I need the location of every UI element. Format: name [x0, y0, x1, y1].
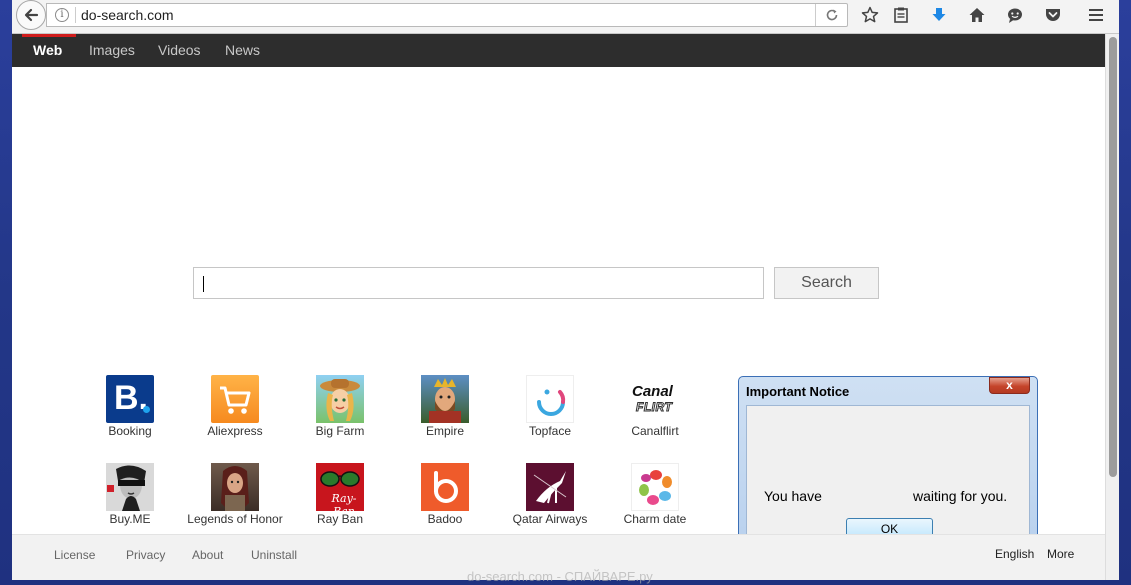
tile-qatar-airways[interactable]: Qatar Airways [500, 463, 600, 526]
booking-logo-text: B. [114, 379, 148, 417]
watermark-text: do-search.com - СПАЙВАРЕ.ру [467, 569, 653, 584]
charm-date-icon [631, 463, 679, 511]
tile-charm-date[interactable]: Charm date [605, 463, 705, 526]
tile-label: Booking [108, 424, 152, 438]
booking-icon: B. [106, 375, 154, 423]
tile-label: Badoo [427, 512, 463, 526]
canalflirt-icon: Canal FLIRT [631, 375, 679, 423]
tile-topface[interactable]: Topface [500, 375, 600, 438]
language-selector[interactable]: English [995, 547, 1034, 561]
footer-link-about[interactable]: About [192, 548, 223, 562]
home-icon[interactable] [966, 5, 988, 25]
active-tab-indicator [22, 34, 76, 37]
shopping-cart-icon [220, 386, 251, 414]
page-scrollbar[interactable] [1105, 34, 1119, 580]
badoo-icon [421, 463, 469, 511]
topface-icon [526, 375, 574, 423]
topface-logo-icon [537, 389, 566, 416]
big-farm-icon [316, 375, 364, 423]
tile-label: Big Farm [315, 424, 365, 438]
download-icon[interactable] [928, 5, 950, 25]
flower-logo-icon [639, 470, 672, 505]
menu-icon[interactable] [1085, 5, 1107, 25]
tile-label: Buy.ME [109, 512, 151, 526]
empire-icon [421, 375, 469, 423]
tile-label: Ray Ban [316, 512, 364, 526]
reload-button[interactable] [815, 4, 847, 26]
search-input[interactable] [193, 267, 764, 299]
tab-news[interactable]: News [225, 42, 260, 58]
ray-ban-icon: Ray-Ban [316, 463, 364, 511]
tab-videos[interactable]: Videos [158, 42, 201, 58]
tile-legends-of-honor[interactable]: Legends of Honor [185, 463, 285, 526]
tile-booking[interactable]: B. Booking [80, 375, 180, 438]
footer-link-uninstall[interactable]: Uninstall [251, 548, 297, 562]
site-info-icon[interactable]: i [55, 8, 69, 22]
tile-label: Topface [528, 424, 572, 438]
back-arrow-icon [24, 8, 39, 22]
tile-ray-ban[interactable]: Ray-Ban Ray Ban [290, 463, 390, 526]
dialog-title: Important Notice [746, 384, 850, 399]
tile-canalflirt[interactable]: Canal FLIRT Canalflirt [605, 375, 705, 438]
tile-label: Empire [425, 424, 464, 438]
booking-dot [143, 406, 150, 413]
scrollbar-thumb[interactable] [1109, 37, 1117, 477]
tile-badoo[interactable]: Badoo [395, 463, 495, 526]
canal-logo-text: Canal [632, 383, 673, 400]
dialog-message-end: waiting for you. [913, 488, 1008, 504]
aliexpress-icon [211, 375, 259, 423]
king-warrior-icon [429, 378, 461, 423]
warrior-woman-icon [221, 466, 249, 511]
footer-more-link[interactable]: More [1047, 547, 1074, 561]
legends-of-honor-icon [211, 463, 259, 511]
browser-window: i do-search.com Web Images Videos News S… [12, 0, 1119, 580]
search-button[interactable]: Search [774, 267, 879, 299]
tile-label: Legends of Honor [187, 512, 283, 526]
dialog-body: You have waiting for you. OK [746, 405, 1030, 545]
footer-link-privacy[interactable]: Privacy [126, 548, 165, 562]
browser-toolbar: i do-search.com [12, 0, 1119, 34]
tile-buy-me[interactable]: Buy.ME [80, 463, 180, 526]
reading-list-icon[interactable] [890, 5, 912, 25]
search-nav-bar: Web Images Videos News [12, 34, 1105, 67]
reload-icon [826, 9, 837, 21]
red-marker [107, 485, 114, 492]
dialog-close-button[interactable]: x [989, 377, 1030, 394]
oryx-logo-icon [533, 471, 567, 504]
url-text[interactable]: do-search.com [81, 7, 174, 23]
tile-big-farm[interactable]: Big Farm [290, 375, 390, 438]
footer-link-license[interactable]: License [54, 548, 95, 562]
tile-empire[interactable]: Empire [395, 375, 495, 438]
tab-images[interactable]: Images [89, 42, 135, 58]
tab-web[interactable]: Web [33, 42, 62, 58]
bookmark-star-icon[interactable] [859, 5, 881, 25]
pocket-icon[interactable] [1042, 5, 1064, 25]
dialog-message-start: You have [764, 488, 822, 504]
chat-icon[interactable] [1004, 5, 1026, 25]
tile-label: Canalflirt [631, 424, 679, 438]
back-button[interactable] [16, 0, 46, 30]
tile-label: Qatar Airways [512, 512, 588, 526]
ray-ban-logo-text: Ray-Ban [331, 492, 357, 511]
flirt-logo-text: FLIRT [635, 400, 673, 415]
tile-label: Charm date [623, 512, 687, 526]
important-notice-dialog: Important Notice x You have waiting for … [738, 376, 1038, 546]
qatar-airways-icon [526, 463, 574, 511]
address-bar[interactable]: i do-search.com [46, 3, 848, 27]
tile-label: Aliexpress [207, 424, 263, 438]
farmer-girl-icon [320, 379, 360, 421]
badoo-logo-icon [434, 471, 458, 503]
url-separator [75, 7, 76, 23]
tile-aliexpress[interactable]: Aliexpress [185, 375, 285, 438]
text-caret [203, 276, 204, 292]
